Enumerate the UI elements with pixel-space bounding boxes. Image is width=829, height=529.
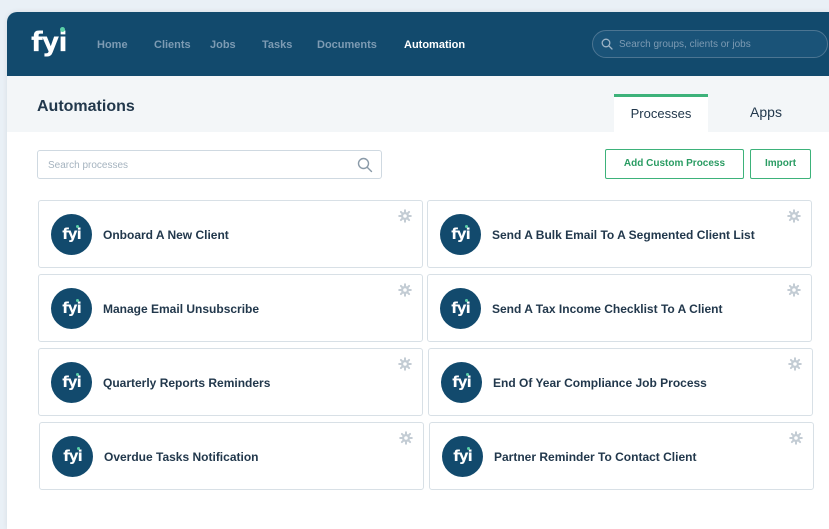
fyi-avatar: fyi — [52, 436, 93, 477]
gear-icon[interactable] — [398, 209, 412, 223]
gear-icon[interactable] — [789, 431, 803, 445]
gear-icon[interactable] — [788, 357, 802, 371]
fyi-avatar: fyi — [51, 214, 92, 255]
nav-home[interactable]: Home — [97, 39, 128, 51]
process-label: Quarterly Reports Reminders — [103, 376, 271, 390]
nav-jobs[interactable]: Jobs — [210, 39, 236, 51]
gear-icon[interactable] — [787, 283, 801, 297]
process-search-placeholder: Search processes — [48, 160, 129, 171]
top-navigation-bar: fyi Home Clients Jobs Tasks Documents Au… — [7, 12, 829, 76]
process-card[interactable]: fyi Send A Bulk Email To A Segmented Cli… — [427, 200, 812, 268]
global-search-input[interactable]: Search groups, clients or jobs — [592, 30, 828, 58]
page-title: Automations — [37, 98, 135, 115]
process-label: Overdue Tasks Notification — [104, 450, 259, 464]
nav-documents[interactable]: Documents — [317, 39, 377, 51]
gear-icon[interactable] — [398, 283, 412, 297]
fyi-avatar: fyi — [440, 288, 481, 329]
fyi-avatar: fyi — [51, 288, 92, 329]
global-search-placeholder: Search groups, clients or jobs — [619, 39, 751, 50]
nav-automation[interactable]: Automation — [404, 39, 465, 51]
process-label: Send A Tax Income Checklist To A Client — [492, 302, 723, 316]
add-custom-process-button[interactable]: Add Custom Process — [605, 149, 744, 179]
tab-processes[interactable]: Processes — [614, 94, 708, 132]
fyi-avatar: fyi — [442, 436, 483, 477]
search-icon[interactable] — [357, 157, 373, 173]
fyi-logo[interactable]: fyi — [31, 28, 68, 58]
process-card[interactable]: fyi Send A Tax Income Checklist To A Cli… — [427, 274, 812, 342]
process-label: Partner Reminder To Contact Client — [494, 450, 697, 464]
nav-clients[interactable]: Clients — [154, 39, 191, 51]
fyi-avatar: fyi — [51, 362, 92, 403]
process-card[interactable]: fyi Overdue Tasks Notification — [39, 422, 424, 490]
tab-apps[interactable]: Apps — [725, 94, 807, 132]
process-card[interactable]: fyi Partner Reminder To Contact Client — [429, 422, 814, 490]
process-card[interactable]: fyi End Of Year Compliance Job Process — [428, 348, 813, 416]
process-card[interactable]: fyi Onboard A New Client — [38, 200, 423, 268]
process-label: Manage Email Unsubscribe — [103, 302, 260, 316]
process-search-input[interactable]: Search processes — [37, 150, 382, 179]
logo-accent-dot — [60, 27, 65, 32]
gear-icon[interactable] — [398, 357, 412, 371]
nav-tasks[interactable]: Tasks — [262, 39, 292, 51]
process-card[interactable]: fyi Quarterly Reports Reminders — [38, 348, 423, 416]
process-label: Send A Bulk Email To A Segmented Client … — [492, 228, 755, 242]
process-label: End Of Year Compliance Job Process — [493, 376, 707, 390]
fyi-avatar: fyi — [440, 214, 481, 255]
process-label: Onboard A New Client — [103, 228, 229, 242]
import-button[interactable]: Import — [750, 149, 811, 179]
fyi-avatar: fyi — [441, 362, 482, 403]
gear-icon[interactable] — [399, 431, 413, 445]
gear-icon[interactable] — [787, 209, 801, 223]
app-window: fyi Home Clients Jobs Tasks Documents Au… — [7, 12, 829, 529]
search-icon — [601, 38, 613, 50]
process-card[interactable]: fyi Manage Email Unsubscribe — [38, 274, 423, 342]
